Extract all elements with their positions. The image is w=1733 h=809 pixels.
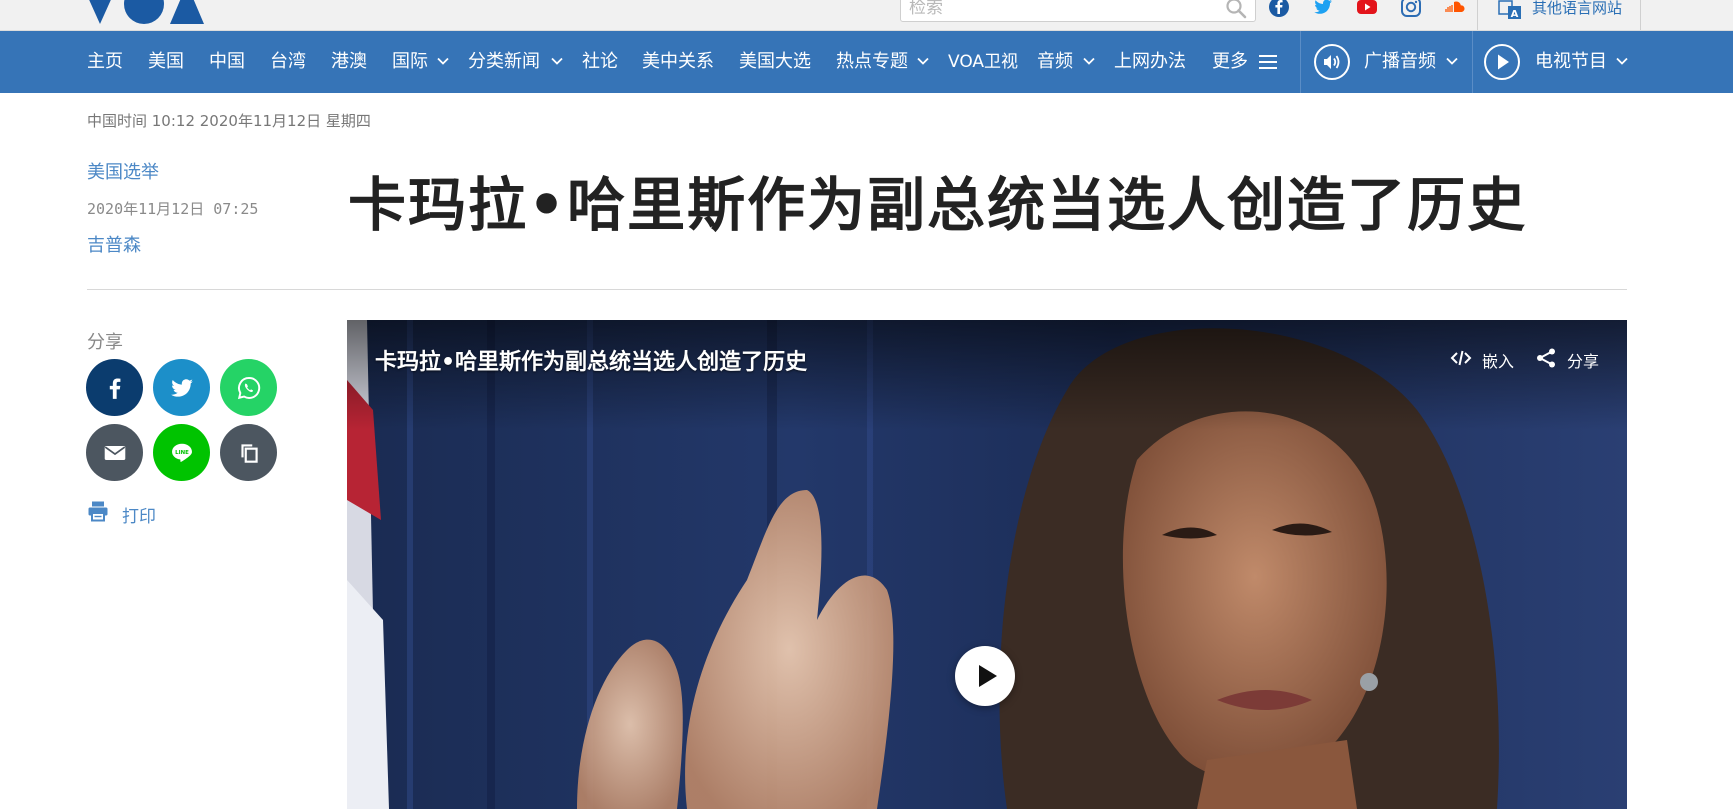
soundcloud-icon[interactable] — [1444, 0, 1466, 18]
code-embed-icon — [1450, 350, 1472, 366]
article-headline: 卡玛拉•哈里斯作为副总统当选人创造了历史 — [348, 171, 1528, 239]
search-box — [900, 0, 1256, 22]
nav-item-us-china-relations[interactable]: 美中关系 — [642, 31, 714, 93]
nav-tv-programs[interactable]: 电视节目 — [1535, 31, 1607, 93]
nav-item-editorial[interactable]: 社论 — [582, 31, 618, 93]
header-divider — [87, 289, 1627, 290]
chevron-down-icon[interactable] — [917, 55, 929, 67]
twitter-icon[interactable] — [1312, 0, 1334, 18]
chevron-down-icon[interactable] — [1083, 55, 1095, 67]
share-label: 分享 — [87, 332, 123, 353]
chevron-down-icon[interactable] — [551, 55, 563, 67]
play-button[interactable] — [955, 646, 1015, 706]
print-label: 打印 — [122, 507, 156, 527]
tv-play-icon[interactable] — [1483, 43, 1521, 81]
main-nav: 主页 美国 中国 台湾 港澳 国际 分类新闻 社论 美中关系 美国大选 热点专题… — [0, 31, 1733, 93]
nav-item-hk-macau[interactable]: 港澳 — [331, 31, 367, 93]
current-datetime: 中国时间 10:12 2020年11月12日 星期四 — [87, 112, 371, 130]
line-icon: LINE — [171, 443, 192, 462]
video-title: 卡玛拉•哈里斯作为副总统当选人创造了历史 — [375, 350, 808, 375]
voa-logo[interactable] — [82, 0, 212, 30]
svg-text:A: A — [1511, 9, 1519, 20]
share-whatsapp-button[interactable] — [220, 359, 277, 416]
copy-link-button[interactable] — [220, 424, 277, 481]
video-share-label: 分享 — [1567, 352, 1600, 371]
chevron-down-icon[interactable] — [1616, 55, 1628, 67]
nav-item-hot-topics[interactable]: 热点专题 — [836, 31, 908, 93]
nav-item-categories[interactable]: 分类新闻 — [468, 31, 540, 93]
other-sites-label: 其他语言网站 — [1532, 0, 1623, 17]
nav-item-circumvention[interactable]: 上网办法 — [1114, 31, 1186, 93]
article-author-link[interactable]: 吉普森 — [87, 231, 141, 257]
search-input[interactable] — [901, 0, 1201, 21]
nav-item-taiwan[interactable]: 台湾 — [270, 31, 306, 93]
play-icon — [979, 665, 997, 687]
nav-item-audio[interactable]: 音频 — [1037, 31, 1073, 93]
facebook-icon[interactable] — [1268, 0, 1290, 18]
language-icon: A — [1498, 0, 1521, 20]
facebook-icon — [109, 377, 120, 399]
chevron-down-icon[interactable] — [1446, 55, 1458, 67]
share-email-button[interactable] — [86, 424, 143, 481]
nav-item-voa-tv[interactable]: VOA卫视 — [948, 31, 1018, 93]
other-language-sites-link[interactable]: A 其他语言网站 — [1477, 0, 1641, 30]
nav-item-us[interactable]: 美国 — [148, 31, 184, 93]
article-publish-date: 2020年11月12日 07:25 — [87, 200, 259, 218]
email-icon — [104, 445, 125, 460]
nav-radio-audio[interactable]: 广播音频 — [1364, 31, 1436, 93]
nav-item-us-election[interactable]: 美国大选 — [739, 31, 811, 93]
share-icon — [1537, 348, 1555, 368]
chevron-down-icon[interactable] — [437, 55, 449, 67]
copy-icon — [240, 443, 258, 463]
instagram-icon[interactable] — [1400, 0, 1422, 18]
nav-item-more[interactable]: 更多 — [1212, 31, 1248, 93]
share-line-button[interactable]: LINE — [153, 424, 210, 481]
share-facebook-button[interactable] — [86, 359, 143, 416]
printer-icon — [88, 501, 108, 522]
nav-item-china[interactable]: 中国 — [209, 31, 245, 93]
nav-divider — [1472, 31, 1473, 93]
svg-text:LINE: LINE — [175, 449, 189, 455]
twitter-icon — [170, 378, 193, 397]
whatsapp-icon — [237, 376, 260, 399]
article-category-link[interactable]: 美国选举 — [87, 158, 159, 184]
video-thumbnail — [347, 320, 1627, 809]
video-player[interactable]: 卡玛拉•哈里斯作为副总统当选人创造了历史 嵌入 分享 — [347, 320, 1627, 809]
nav-divider — [1300, 31, 1301, 93]
embed-label: 嵌入 — [1482, 352, 1515, 371]
radio-audio-icon[interactable] — [1313, 43, 1351, 81]
youtube-icon[interactable] — [1356, 0, 1378, 18]
search-icon[interactable] — [1225, 0, 1247, 19]
nav-item-home[interactable]: 主页 — [87, 31, 123, 93]
top-bar: A 其他语言网站 — [0, 0, 1733, 31]
menu-icon[interactable] — [1259, 55, 1277, 69]
nav-item-international[interactable]: 国际 — [392, 31, 428, 93]
share-twitter-button[interactable] — [153, 359, 210, 416]
